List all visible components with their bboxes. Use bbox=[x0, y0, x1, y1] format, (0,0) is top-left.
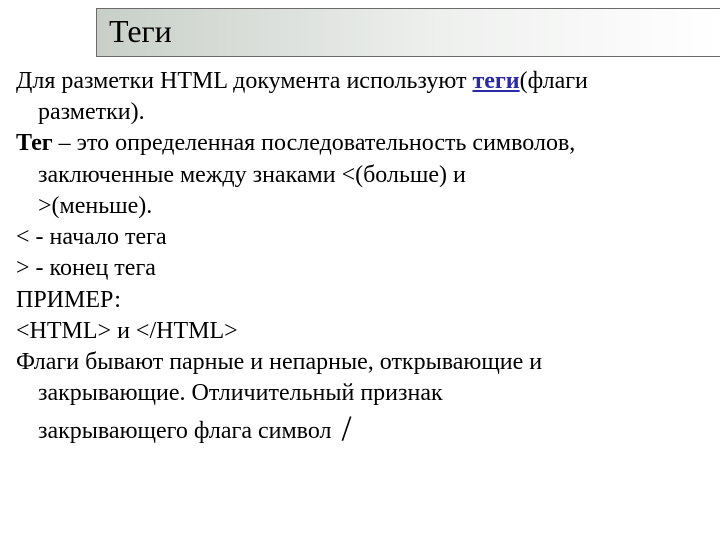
text: > - конец тега bbox=[16, 255, 156, 281]
para-2-line-2: заключенные между знаками <(больше) и bbox=[16, 161, 704, 190]
para-6: <HTML> и </HTML> bbox=[16, 317, 704, 346]
para-5: ПРИМЕР: bbox=[16, 286, 704, 315]
para-2-line-1: Тег – это определенная последовательност… bbox=[16, 129, 704, 158]
slash-symbol: / bbox=[337, 408, 351, 448]
para-3: < - начало тега bbox=[16, 223, 704, 252]
para-7-line-1: Флаги бывают парные и непарные, открываю… bbox=[16, 348, 704, 377]
slide-title: Теги bbox=[96, 8, 720, 57]
title-text: Теги bbox=[109, 13, 172, 49]
para-1-line-2: разметки). bbox=[16, 98, 704, 127]
text: <HTML> и </HTML> bbox=[16, 318, 238, 344]
text: – это определенная последовательность си… bbox=[53, 130, 576, 156]
para-7-line-2: закрывающие. Отличительный признак bbox=[16, 379, 704, 408]
slide: Теги Для разметки HTML документа использ… bbox=[0, 0, 720, 464]
text: закрывающего флага символ bbox=[38, 418, 337, 444]
text: (флаги bbox=[520, 68, 588, 94]
term-tag: Тег bbox=[16, 130, 53, 156]
text: ПРИМЕР: bbox=[16, 287, 121, 313]
para-2-line-3: >(меньше). bbox=[16, 192, 704, 221]
slide-body: Для разметки HTML документа используют т… bbox=[16, 67, 704, 446]
text: Флаги бывают парные и непарные, открываю… bbox=[16, 349, 542, 375]
text: разметки). bbox=[38, 99, 145, 125]
tags-link[interactable]: теги bbox=[472, 68, 519, 94]
text: Для разметки HTML документа используют bbox=[16, 68, 472, 94]
para-4: > - конец тега bbox=[16, 254, 704, 283]
text: заключенные между знаками <(больше) и bbox=[38, 162, 466, 188]
text: >(меньше). bbox=[38, 193, 152, 219]
text: закрывающие. Отличительный признак bbox=[38, 380, 443, 406]
text: < - начало тега bbox=[16, 224, 167, 250]
para-7-line-3: закрывающего флага символ / bbox=[16, 417, 704, 446]
para-1-line-1: Для разметки HTML документа используют т… bbox=[16, 67, 704, 96]
